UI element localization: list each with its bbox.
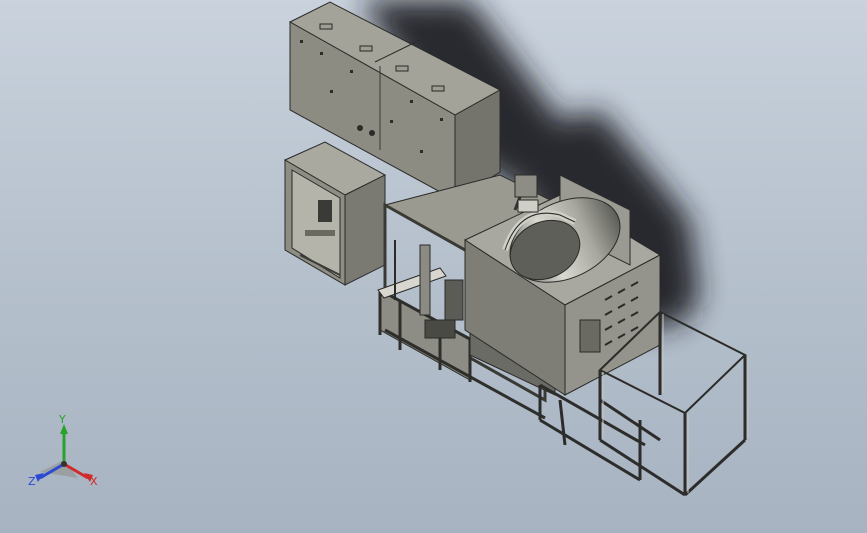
cad-model-view[interactable] xyxy=(0,0,867,533)
graphics-viewport[interactable]: Y X Z xyxy=(0,0,867,533)
triad-x-label: X xyxy=(90,475,98,488)
side-cabinet[interactable] xyxy=(283,141,387,286)
triad-y-label: Y xyxy=(59,413,66,426)
triad-z-label: Z xyxy=(28,475,36,488)
coordinate-triad[interactable]: Y X Z xyxy=(26,414,106,494)
